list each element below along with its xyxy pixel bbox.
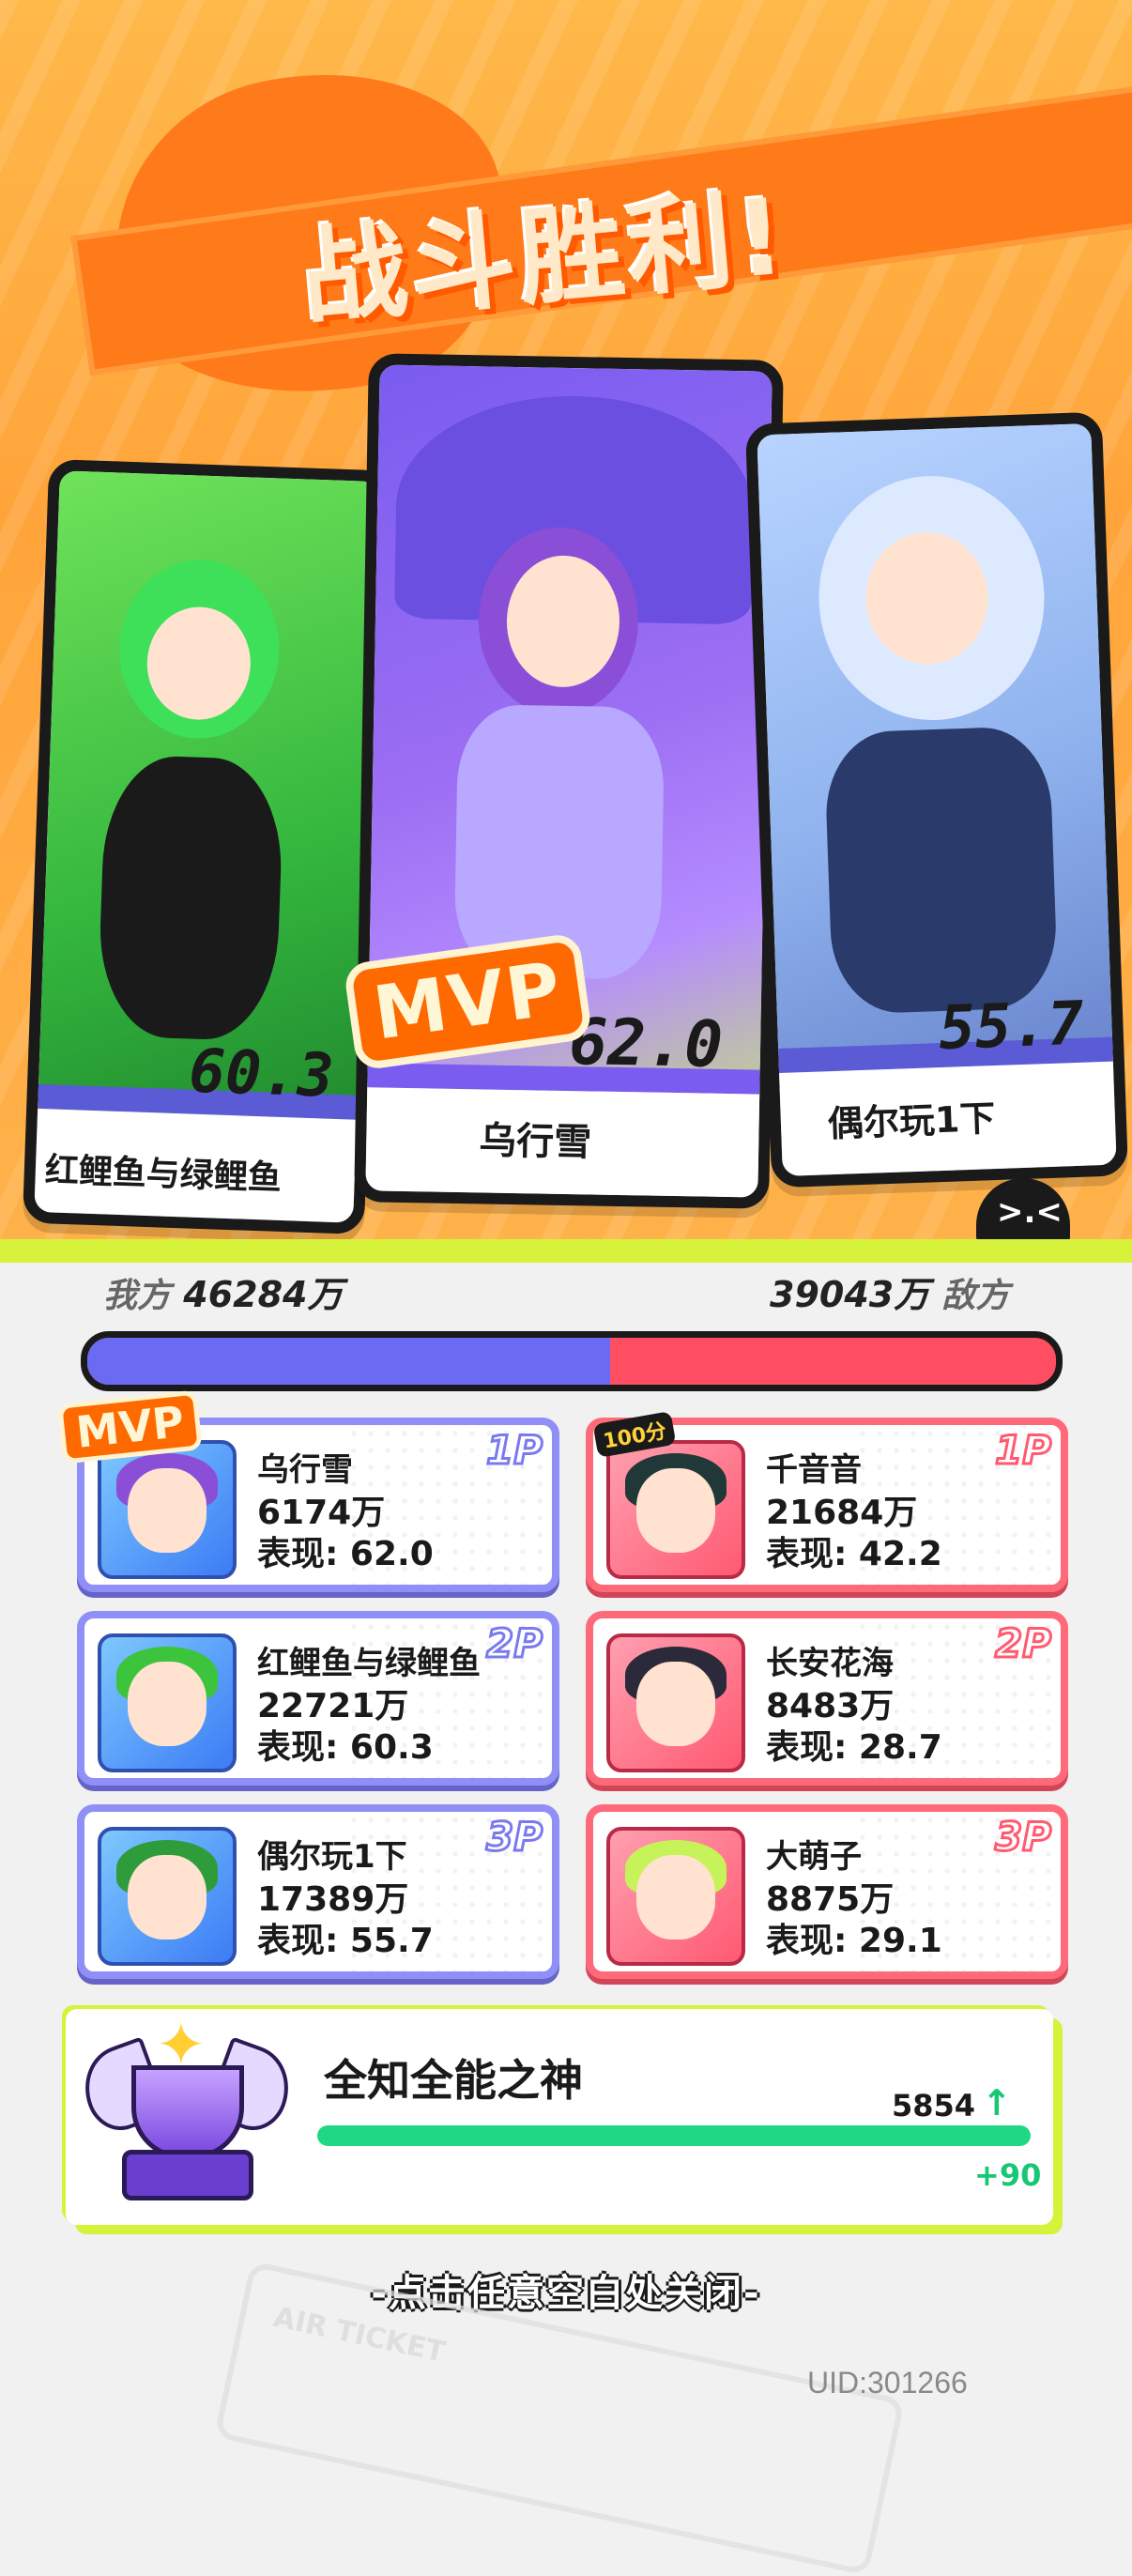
player-avatar <box>98 1633 237 1772</box>
player-rank: 1P <box>484 1426 543 1475</box>
podium-score: 62.0 <box>568 1005 724 1082</box>
player-rank: 1P <box>993 1426 1052 1475</box>
rank-title: 全知全能之神 <box>324 2055 583 2106</box>
team-power-bar <box>81 1331 1063 1391</box>
player-avatar <box>98 1827 237 1966</box>
enemy-player-card-2[interactable]: 长安花海 8483万 表现: 28.7 2P <box>586 1611 1068 1786</box>
player-rank: 3P <box>993 1813 1052 1862</box>
player-performance: 表现: 28.7 <box>766 1728 942 1767</box>
player-name: 长安花海 <box>766 1645 894 1682</box>
rank-progress-bar <box>317 2125 1031 2146</box>
player-performance: 表现: 62.0 <box>257 1535 434 1573</box>
helmet-face: >.< <box>997 1193 1063 1231</box>
podium-card-1[interactable]: 62.0 乌行雪 <box>354 353 784 1209</box>
podium-score: 55.7 <box>938 989 1085 1065</box>
rank-progress-panel: ✦ 全知全能之神 5854 ↑ +90 <box>66 2009 1053 2225</box>
trophy-icon: ✦ <box>72 2000 301 2206</box>
player-performance: 表现: 60.3 <box>257 1728 434 1767</box>
rank-points: 5854 <box>892 2088 976 2124</box>
player-performance: 表现: 55.7 <box>257 1922 434 1960</box>
player-avatar <box>606 1633 745 1772</box>
victory-banner-area: 战斗胜利! 60.3 红鲤鱼与绿鲤鱼 62.0 乌行雪 55.7 偶尔玩1下 M… <box>0 0 1132 1263</box>
player-avatar <box>98 1440 237 1579</box>
player-name: 大萌子 <box>766 1838 862 1876</box>
ally-total: 46284万 <box>183 1274 344 1315</box>
enemy-total: 39043万 <box>770 1274 930 1315</box>
ally-summary: 我方 46284万 <box>103 1265 343 1317</box>
player-name: 千音音 <box>766 1451 862 1489</box>
player-name: 偶尔玩1下 <box>257 1838 407 1876</box>
player-name: 乌行雪 <box>257 1451 353 1489</box>
rank-delta: +90 <box>974 2157 1042 2193</box>
close-hint[interactable]: -点击任意空白处关闭- <box>0 2262 1132 2317</box>
enemy-label: 敌方 <box>941 1277 1010 1315</box>
player-performance: 表现: 29.1 <box>766 1922 942 1960</box>
podium-score: 60.3 <box>188 1036 335 1112</box>
player-avatar <box>606 1440 745 1579</box>
rank-progress-fill <box>317 2125 1031 2146</box>
ally-power-fill <box>87 1338 611 1385</box>
ally-player-card-3[interactable]: 偶尔玩1下 17389万 表现: 55.7 3P <box>77 1804 559 1979</box>
divider-stripe <box>0 1239 1132 1263</box>
enemy-summary: 39043万 敌方 <box>770 1265 1009 1317</box>
player-rank: 2P <box>484 1619 543 1668</box>
podium-player-name: 红鲤鱼与绿鲤鱼 <box>44 1151 283 1198</box>
player-avatar <box>606 1827 745 1966</box>
player-name: 红鲤鱼与绿鲤鱼 <box>257 1645 481 1682</box>
ally-label: 我方 <box>103 1277 172 1315</box>
player-performance: 表现: 42.2 <box>766 1535 942 1573</box>
podium-player-name: 偶尔玩1下 <box>827 1097 997 1145</box>
ally-player-card-2[interactable]: 红鲤鱼与绿鲤鱼 22721万 表现: 60.3 2P <box>77 1611 559 1786</box>
user-id: UID:301266 <box>807 2366 968 2400</box>
podium-card-3[interactable]: 55.7 偶尔玩1下 <box>744 411 1129 1188</box>
podium-player-name: 乌行雪 <box>478 1119 592 1165</box>
arrow-up-icon: ↑ <box>982 2082 1012 2124</box>
player-rank: 2P <box>993 1619 1052 1668</box>
podium-card-2[interactable]: 60.3 红鲤鱼与绿鲤鱼 <box>22 458 391 1235</box>
enemy-player-card-3[interactable]: 大萌子 8875万 表现: 29.1 3P <box>586 1804 1068 1979</box>
player-rank: 3P <box>484 1813 543 1862</box>
